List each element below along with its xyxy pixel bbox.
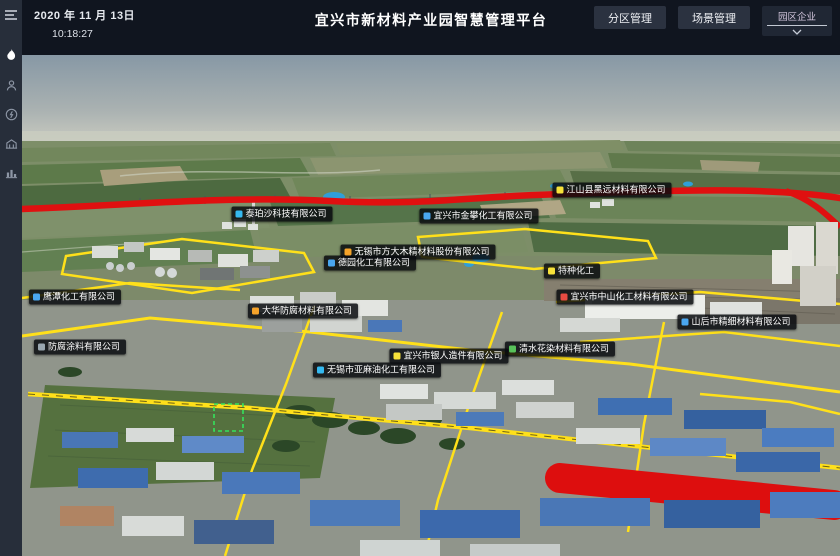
chevron-down-icon — [792, 29, 802, 35]
company-marker-icon — [235, 211, 242, 218]
app-window: 2020 年 11 月 13日 10:18:27 宜兴市新材料产业园智慧管理平台… — [0, 0, 840, 556]
company-marker-icon — [328, 260, 335, 267]
company-marker-icon — [344, 249, 351, 256]
scene-management-button[interactable]: 场景管理 — [678, 6, 750, 29]
company-marker-icon — [33, 294, 40, 301]
map-label-pill[interactable]: 宜兴市中山化工材料有限公司 — [556, 290, 693, 305]
company-label-text: 鹰潭化工有限公司 — [43, 293, 115, 302]
map-label-pill[interactable]: 德园化工有限公司 — [324, 256, 416, 271]
company-marker-icon — [548, 268, 555, 275]
map-label-pill[interactable]: 鹰潭化工有限公司 — [29, 290, 121, 305]
company-label-text: 宜兴市中山化工材料有限公司 — [570, 293, 687, 302]
company-marker-icon — [393, 353, 400, 360]
factory-icon[interactable] — [0, 132, 22, 154]
company-label-text: 泰珀沙科技有限公司 — [245, 210, 326, 219]
company-label-text: 大华防腐材料有限公司 — [262, 307, 352, 316]
company-label-text: 宜兴市金攀化工有限公司 — [433, 212, 532, 221]
company-label-text: 山后市精细材料有限公司 — [691, 318, 790, 327]
company-label-text: 德园化工有限公司 — [338, 259, 410, 268]
map-3d-scene[interactable] — [22, 55, 840, 556]
header-bar: 2020 年 11 月 13日 10:18:27 宜兴市新材料产业园智慧管理平台… — [22, 0, 840, 55]
company-marker-icon — [317, 367, 324, 374]
company-marker-icon — [252, 308, 259, 315]
company-label-text: 清水花染材料有限公司 — [519, 345, 609, 354]
company-label-text: 江山县黑远材料有限公司 — [566, 186, 665, 195]
flame-icon[interactable] — [0, 45, 22, 67]
company-marker-icon — [560, 294, 567, 301]
company-marker-icon — [509, 346, 516, 353]
map-label-pill[interactable]: 无锡市亚麻油化工有限公司 — [313, 363, 441, 378]
company-label-text: 特种化工 — [558, 267, 594, 276]
dropdown-divider — [767, 25, 827, 26]
map-label-pill[interactable]: 山后市精细材料有限公司 — [677, 315, 796, 330]
company-marker-icon — [556, 187, 563, 194]
map-label-pill[interactable]: 宜兴市银人造件有限公司 — [389, 349, 508, 364]
bar-chart-icon[interactable] — [0, 161, 22, 183]
map-label-pill[interactable]: 特种化工 — [544, 264, 600, 279]
map-label-pill[interactable]: 江山县黑远材料有限公司 — [552, 183, 671, 198]
map-label-pill[interactable]: 防腐涂料有限公司 — [34, 340, 126, 355]
map-label-pill[interactable]: 宜兴市金攀化工有限公司 — [419, 209, 538, 224]
sidebar — [0, 0, 22, 556]
map-label-pill[interactable]: 泰珀沙科技有限公司 — [231, 207, 332, 222]
company-marker-icon — [681, 319, 688, 326]
company-marker-icon — [423, 213, 430, 220]
worker-icon[interactable] — [0, 74, 22, 96]
header-actions: 分区管理 场景管理 园区企业 — [594, 6, 832, 36]
company-marker-icon — [38, 344, 45, 351]
company-label-text: 宜兴市银人造件有限公司 — [403, 352, 502, 361]
company-label-text: 无锡市亚麻油化工有限公司 — [327, 366, 435, 375]
zone-management-button[interactable]: 分区管理 — [594, 6, 666, 29]
company-label-text: 防腐涂料有限公司 — [48, 343, 120, 352]
map-label-pill[interactable]: 大华防腐材料有限公司 — [248, 304, 358, 319]
menu-icon[interactable] — [0, 4, 22, 26]
dropdown-label: 园区企业 — [778, 9, 816, 23]
map-viewport[interactable] — [22, 55, 840, 556]
park-enterprises-dropdown[interactable]: 园区企业 — [762, 6, 832, 36]
power-icon[interactable] — [0, 103, 22, 125]
map-label-pill[interactable]: 清水花染材料有限公司 — [505, 342, 615, 357]
